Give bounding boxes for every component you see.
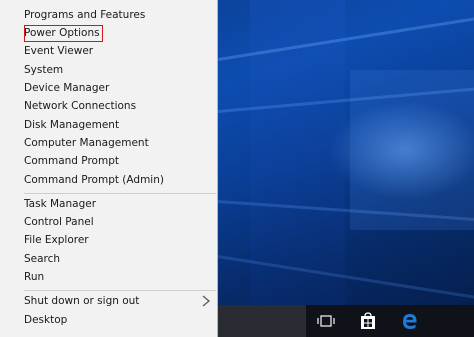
chevron-right-icon [202,295,210,307]
menu-separator [24,290,216,291]
menu-item-computer-management[interactable]: Computer Management [24,135,149,152]
menu-item-command-prompt-admin[interactable]: Command Prompt (Admin) [24,172,164,189]
menu-item-shut-down-or-sign-out[interactable]: Shut down or sign out [24,293,139,310]
edge-icon[interactable] [400,311,420,331]
menu-item-programs-and-features[interactable]: Programs and Features [24,7,145,24]
task-view-icon[interactable] [316,311,336,331]
menu-item-network-connections[interactable]: Network Connections [24,98,136,115]
quick-link-menu: Programs and Features Power Options Even… [0,0,218,337]
menu-item-device-manager[interactable]: Device Manager [24,80,109,97]
taskbar-left-segment [218,305,306,337]
taskbar [218,305,474,337]
menu-item-system[interactable]: System [24,62,63,79]
desktop-screen: Programs and Features Power Options Even… [0,0,474,337]
menu-item-search[interactable]: Search [24,251,60,268]
menu-item-file-explorer[interactable]: File Explorer [24,232,89,249]
highlight-box [24,25,103,42]
menu-item-run[interactable]: Run [24,269,44,286]
menu-item-task-manager[interactable]: Task Manager [24,196,96,213]
menu-item-desktop[interactable]: Desktop [24,312,67,329]
menu-item-disk-management[interactable]: Disk Management [24,117,119,134]
menu-item-event-viewer[interactable]: Event Viewer [24,43,93,60]
menu-item-control-panel[interactable]: Control Panel [24,214,94,231]
store-icon[interactable] [358,311,378,331]
menu-separator [24,193,216,194]
menu-item-command-prompt[interactable]: Command Prompt [24,153,119,170]
